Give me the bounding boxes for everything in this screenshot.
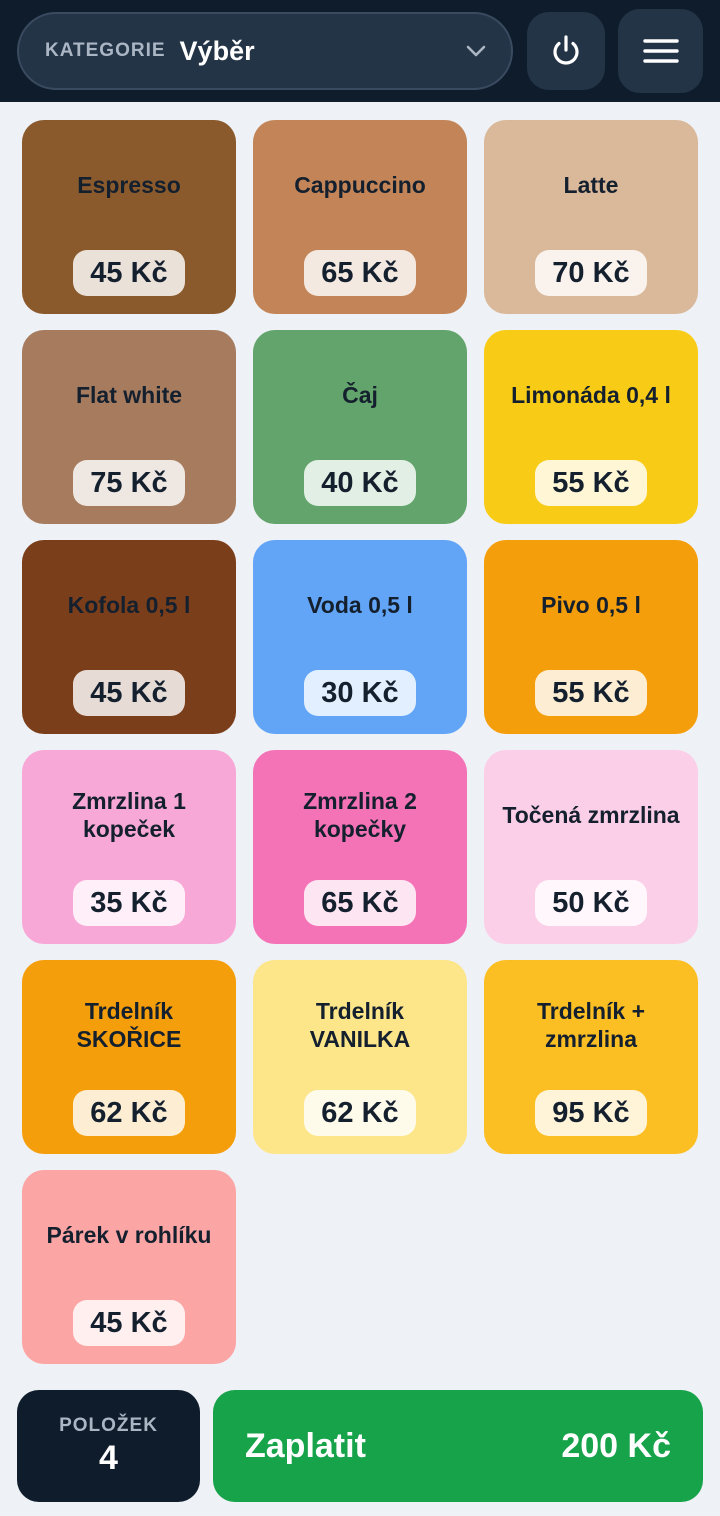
product-price: 35 Kč <box>73 880 185 926</box>
product-tile[interactable]: Párek v rohlíku 45 Kč <box>22 1170 236 1364</box>
product-price: 45 Kč <box>73 670 185 716</box>
power-button[interactable] <box>527 12 605 90</box>
product-name: Voda 0,5 l <box>307 592 413 618</box>
product-name: Latte <box>563 172 619 198</box>
product-price: 55 Kč <box>535 670 647 716</box>
product-price: 62 Kč <box>73 1090 185 1136</box>
product-name: Trdelník SKOŘICE <box>76 998 182 1052</box>
product-name: Pivo 0,5 l <box>541 592 641 618</box>
category-label: KATEGORIE <box>45 40 166 61</box>
product-name: Zmrzlina 1 kopeček <box>72 788 186 842</box>
product-tile[interactable]: Pivo 0,5 l 55 Kč <box>484 540 698 734</box>
product-tile[interactable]: Točená zmrzlina 50 Kč <box>484 750 698 944</box>
item-count-value: 4 <box>99 1438 118 1477</box>
product-price: 45 Kč <box>73 250 185 296</box>
product-tile[interactable]: Cappuccino 65 Kč <box>253 120 467 314</box>
power-icon <box>553 35 579 65</box>
product-tile[interactable]: Trdelník SKOŘICE 62 Kč <box>22 960 236 1154</box>
product-price: 65 Kč <box>304 880 416 926</box>
product-tile[interactable]: Zmrzlina 1 kopeček 35 Kč <box>22 750 236 944</box>
category-value: Výběr <box>179 35 255 66</box>
product-price: 50 Kč <box>535 880 647 926</box>
product-tile[interactable]: Flat white 75 Kč <box>22 330 236 524</box>
product-tile[interactable]: Espresso 45 Kč <box>22 120 236 314</box>
product-price: 65 Kč <box>304 250 416 296</box>
product-price: 30 Kč <box>304 670 416 716</box>
product-price: 95 Kč <box>535 1090 647 1136</box>
item-count-label: POLOŽEK <box>59 1414 158 1436</box>
product-tile[interactable]: Kofola 0,5 l 45 Kč <box>22 540 236 734</box>
product-name: Točená zmrzlina <box>502 802 680 828</box>
product-price: 45 Kč <box>73 1300 185 1346</box>
product-name: Cappuccino <box>294 172 426 198</box>
product-tile[interactable]: Trdelník VANILKA 62 Kč <box>253 960 467 1154</box>
product-price: 40 Kč <box>304 460 416 506</box>
product-name: Čaj <box>342 382 378 408</box>
product-tile[interactable]: Latte 70 Kč <box>484 120 698 314</box>
category-select[interactable]: KATEGORIE Výběr <box>17 12 513 90</box>
item-count: POLOŽEK 4 <box>17 1390 200 1502</box>
product-tile[interactable]: Voda 0,5 l 30 Kč <box>253 540 467 734</box>
product-name: Limonáda 0,4 l <box>511 382 671 408</box>
product-name: Párek v rohlíku <box>46 1222 212 1248</box>
product-price: 75 Kč <box>73 460 185 506</box>
product-price: 55 Kč <box>535 460 647 506</box>
pay-button[interactable]: Zaplatit 200 Kč <box>213 1390 703 1502</box>
hamburger-menu-icon <box>642 39 679 63</box>
top-bar: KATEGORIE Výběr <box>0 0 720 102</box>
product-tile[interactable]: Trdelník + zmrzlina 95 Kč <box>484 960 698 1154</box>
product-name: Flat white <box>75 382 183 408</box>
product-tile[interactable]: Čaj 40 Kč <box>253 330 467 524</box>
product-name: Trdelník VANILKA <box>309 998 411 1052</box>
product-name: Zmrzlina 2 kopečky <box>303 788 417 842</box>
product-tile[interactable]: Limonáda 0,4 l 55 Kč <box>484 330 698 524</box>
pay-label: Zaplatit <box>245 1426 366 1465</box>
chevron-down-icon <box>466 45 486 57</box>
product-name: Kofola 0,5 l <box>67 592 191 618</box>
product-name: Trdelník + zmrzlina <box>536 998 645 1052</box>
menu-button[interactable] <box>618 9 703 93</box>
product-name: Espresso <box>77 172 181 198</box>
product-price: 62 Kč <box>304 1090 416 1136</box>
product-price: 70 Kč <box>535 250 647 296</box>
pay-total: 200 Kč <box>561 1426 671 1465</box>
product-tile[interactable]: Zmrzlina 2 kopečky 65 Kč <box>253 750 467 944</box>
